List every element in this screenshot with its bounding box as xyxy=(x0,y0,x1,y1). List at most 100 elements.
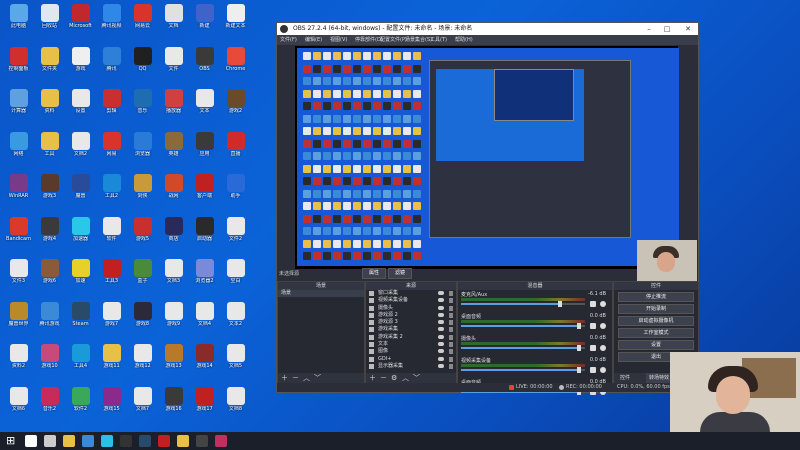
desktop-icon[interactable]: 文档2 xyxy=(65,131,96,164)
desktop-icon[interactable]: 文件3 xyxy=(3,258,34,291)
desktop-icon[interactable]: 音乐 xyxy=(127,88,158,121)
preview-canvas[interactable] xyxy=(295,46,697,288)
desktop-icon[interactable]: 网易 xyxy=(96,131,127,164)
visibility-eye-icon[interactable] xyxy=(438,363,444,368)
obs-titlebar[interactable]: OBS 27.2.4 (64-bit, windows) - 配置文件: 未命名… xyxy=(277,23,698,35)
desktop-icon[interactable]: 游戏12 xyxy=(127,343,158,376)
desktop-icon[interactable]: 游戏10 xyxy=(34,343,65,376)
source-item[interactable]: GDI+ xyxy=(366,356,456,363)
menu-item[interactable]: 视图(V) xyxy=(330,35,347,45)
desktop-icon[interactable]: 腾讯游戏 xyxy=(34,301,65,334)
desktop-icon[interactable]: 文件2 xyxy=(220,216,251,249)
move-up-button[interactable]: ︿ xyxy=(402,373,409,383)
visibility-eye-icon[interactable] xyxy=(438,327,444,332)
source-item[interactable]: 图像 xyxy=(366,348,456,355)
desktop-icon[interactable]: 播放器 xyxy=(158,88,189,121)
desktop-icon[interactable]: 客户端 xyxy=(189,173,220,206)
move-down-button[interactable]: ﹀ xyxy=(413,373,420,383)
menu-item[interactable]: 帮助(H) xyxy=(455,35,473,45)
desktop-icon[interactable]: 网络 xyxy=(3,131,34,164)
volume-knob[interactable] xyxy=(576,345,581,351)
desktop-icon[interactable]: 文件夹 xyxy=(34,46,65,79)
file-explorer-icon[interactable] xyxy=(63,435,75,447)
stop-streaming-button[interactable]: 停止推流 xyxy=(618,292,694,302)
menu-item[interactable]: 停靠部件(D) xyxy=(355,35,383,45)
desktop-icon[interactable]: 战网 xyxy=(158,173,189,206)
desktop-icon[interactable]: 空白 xyxy=(220,258,251,291)
desktop-icon[interactable]: 英雄 xyxy=(158,131,189,164)
desktop-icon[interactable]: Chrome xyxy=(220,46,251,79)
desktop-icon[interactable]: 音乐2 xyxy=(34,386,65,419)
desktop-icon[interactable]: 资料 xyxy=(34,88,65,121)
lock-icon[interactable] xyxy=(449,334,453,340)
desktop-icon[interactable]: 助手 xyxy=(220,173,251,206)
menu-item[interactable]: 场景集合(S) xyxy=(405,35,432,45)
lock-icon[interactable] xyxy=(449,327,453,333)
desktop-icon[interactable]: 腾讯视频 xyxy=(96,3,127,36)
desktop-icon[interactable]: 游戏6 xyxy=(34,258,65,291)
terminal-icon[interactable] xyxy=(196,435,208,447)
start-icon[interactable]: ⊞ xyxy=(6,435,18,447)
desktop-icon[interactable]: 魔兽 xyxy=(65,173,96,206)
desktop-icon[interactable]: 文档7 xyxy=(127,386,158,419)
desktop-icon[interactable]: 启动器 xyxy=(189,216,220,249)
desktop-icon[interactable]: 直播 xyxy=(220,131,251,164)
visibility-eye-icon[interactable] xyxy=(438,312,444,317)
lock-icon[interactable] xyxy=(449,363,453,369)
desktop-icon[interactable]: 文本 xyxy=(189,88,220,121)
desktop-icon[interactable]: 游戏13 xyxy=(158,343,189,376)
volume-slider[interactable] xyxy=(461,323,585,329)
menu-item[interactable]: 配置文件(P) xyxy=(380,35,407,45)
maximize-button[interactable]: □ xyxy=(660,23,674,35)
close-button[interactable]: ✕ xyxy=(681,23,695,35)
desktop-icon[interactable]: 加速器 xyxy=(65,216,96,249)
desktop-icon[interactable]: 剪辑 xyxy=(96,88,127,121)
desktop-icon[interactable]: 浏览器2 xyxy=(189,258,220,291)
volume-knob[interactable] xyxy=(576,323,581,329)
desktop-icon[interactable]: 加速 xyxy=(65,258,96,291)
obs-window[interactable]: OBS 27.2.4 (64-bit, windows) - 配置文件: 未命名… xyxy=(276,22,699,395)
lock-icon[interactable] xyxy=(449,342,453,348)
desktop-icon[interactable]: WinRAR xyxy=(3,173,34,206)
desktop-icon[interactable]: 设置 xyxy=(65,88,96,121)
desktop-icon[interactable]: 游戏17 xyxy=(189,386,220,419)
source-settings-icon[interactable]: ⚙ xyxy=(391,373,397,383)
lock-icon[interactable] xyxy=(449,298,453,304)
move-up-button[interactable]: ︿ xyxy=(303,373,310,383)
desktop-icon[interactable]: 新建文本 xyxy=(220,3,251,36)
desktop-icon[interactable]: 文本2 xyxy=(220,301,251,334)
desktop-icon[interactable]: 资料2 xyxy=(3,343,34,376)
edge-icon[interactable] xyxy=(101,435,113,447)
desktop-icon[interactable]: 游戏3 xyxy=(34,173,65,206)
tab-transitions[interactable]: 转场特效 xyxy=(646,373,673,383)
volume-knob[interactable] xyxy=(558,301,563,307)
lock-icon[interactable] xyxy=(449,291,453,296)
desktop-icon[interactable]: 剑侠 xyxy=(127,173,158,206)
desktop-icon[interactable]: 工具 xyxy=(34,131,65,164)
settings-button[interactable]: 设置 xyxy=(618,340,694,350)
desktop-icon[interactable]: 软件 xyxy=(96,216,127,249)
speaker-icon[interactable] xyxy=(590,367,596,373)
visibility-eye-icon[interactable] xyxy=(438,356,444,361)
filters-button[interactable]: 滤镜 xyxy=(388,268,412,279)
add-source-button[interactable]: ＋ xyxy=(369,373,376,383)
visibility-eye-icon[interactable] xyxy=(438,349,444,354)
visibility-eye-icon[interactable] xyxy=(438,305,444,310)
desktop-icon[interactable]: 游戏4 xyxy=(34,216,65,249)
visibility-eye-icon[interactable] xyxy=(438,334,444,339)
move-down-button[interactable]: ﹀ xyxy=(314,373,321,383)
media-icon[interactable] xyxy=(215,435,227,447)
desktop-icon[interactable]: 游戏8 xyxy=(127,301,158,334)
desktop-icon[interactable]: Steam xyxy=(65,301,96,334)
desktop-icon[interactable]: 游戏16 xyxy=(158,386,189,419)
speaker-icon[interactable] xyxy=(590,323,596,329)
desktop-icon[interactable]: 盒子 xyxy=(127,258,158,291)
remove-source-button[interactable]: － xyxy=(380,373,387,383)
tab-controls[interactable]: 控件 xyxy=(620,373,630,383)
game-icon[interactable] xyxy=(158,435,170,447)
source-item[interactable]: 游戏采集 xyxy=(366,326,456,333)
desktop-icon[interactable]: 游戏9 xyxy=(158,301,189,334)
visibility-eye-icon[interactable] xyxy=(438,320,444,325)
folder-icon[interactable] xyxy=(177,435,189,447)
studio-mode-button[interactable]: 工作室模式 xyxy=(618,328,694,338)
